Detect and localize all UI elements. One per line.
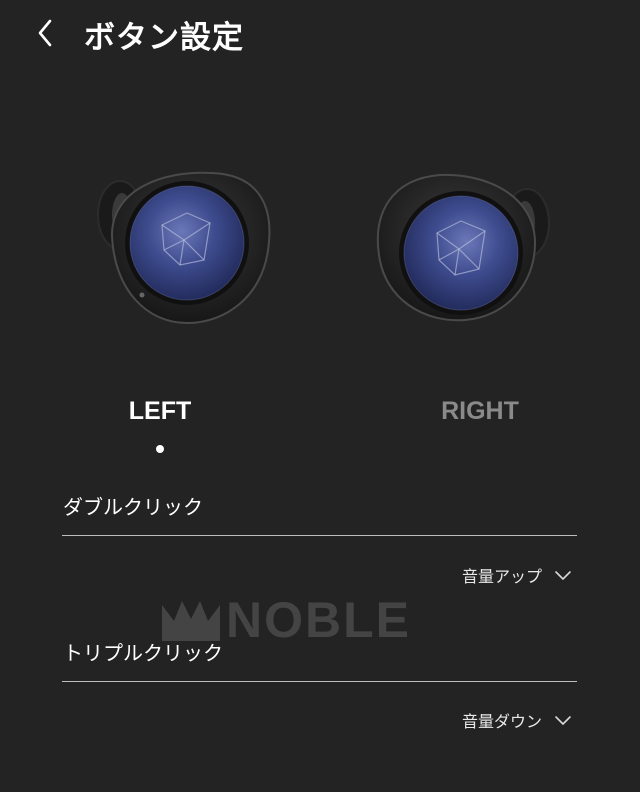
back-button[interactable] xyxy=(30,14,64,52)
page-title: ボタン設定 xyxy=(84,20,244,56)
divider xyxy=(62,535,577,536)
divider xyxy=(62,681,577,682)
triple-click-action-select[interactable]: 音量ダウン xyxy=(462,706,572,734)
left-earbud-image[interactable] xyxy=(92,165,282,335)
right-earbud-image[interactable] xyxy=(365,165,555,335)
chevron-left-icon xyxy=(38,19,52,47)
tab-right[interactable]: RIGHT xyxy=(400,397,560,426)
double-click-label: ダブルクリック xyxy=(63,495,203,519)
chevron-down-icon xyxy=(555,571,571,580)
tab-left[interactable]: LEFT xyxy=(80,397,240,426)
double-click-action-value: 音量アップ xyxy=(461,567,542,586)
header-bar: ボタン設定 xyxy=(0,0,640,70)
watermark-text: NOBLE xyxy=(226,592,411,648)
triple-click-label: トリプルクリック xyxy=(63,641,223,665)
double-click-action-select[interactable]: 音量アップ xyxy=(462,561,572,589)
triple-click-action-value: 音量ダウン xyxy=(461,712,542,731)
chevron-down-icon xyxy=(555,716,571,725)
selected-tab-indicator xyxy=(156,445,164,453)
